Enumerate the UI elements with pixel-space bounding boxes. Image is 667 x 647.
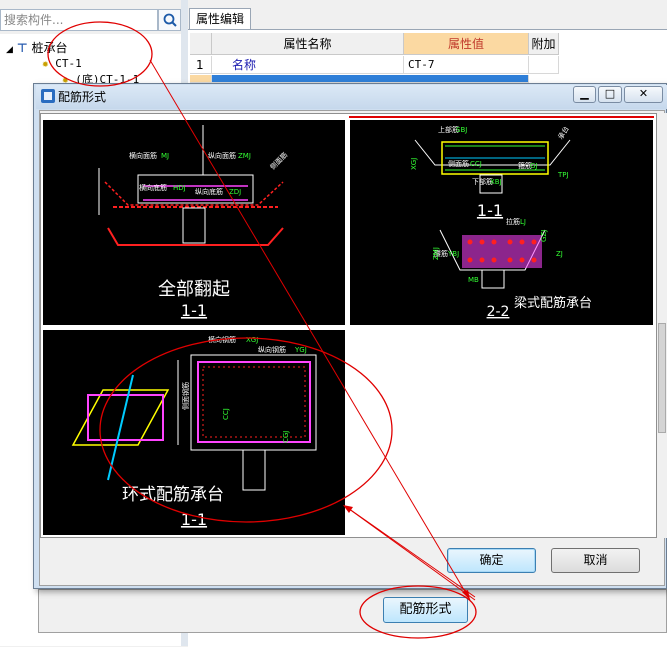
label-gzj: GZJ bbox=[540, 230, 548, 242]
beam-type-drawing: 上部筋 SBJ 侧面筋 CCJ 箍筋 GJ 下部筋 XBJ 1-1 拉筋 LJ … bbox=[410, 124, 592, 320]
search-input[interactable]: 搜索构件... bbox=[0, 9, 158, 31]
column-header-name[interactable]: 属性名称 bbox=[212, 33, 404, 55]
row-number-header bbox=[190, 33, 212, 55]
option-ring-type[interactable]: 横向钢筋 XGJ 纵向钢筋 YGJ 侧面钢筋 CCJ CGJ 环式配筋承台 1-… bbox=[43, 330, 345, 535]
gear-icon: ✹ bbox=[42, 57, 49, 70]
column-header-value[interactable]: 属性值 bbox=[404, 33, 529, 55]
label-vertical-rebar: 纵向钢筋 bbox=[258, 345, 286, 354]
row-number: 1 bbox=[190, 56, 212, 74]
row-number bbox=[190, 75, 212, 83]
tree-child-label: CT-1 bbox=[55, 57, 82, 70]
label-vertical-top-bar: 纵向面筋 bbox=[208, 151, 236, 160]
label-xgj: XGJ bbox=[410, 158, 418, 170]
label-gj: GJ bbox=[530, 162, 538, 170]
label-tpj: TPJ bbox=[557, 171, 569, 179]
label-ygj: YGJ bbox=[294, 346, 307, 354]
ring-type-drawing: 横向钢筋 XGJ 纵向钢筋 YGJ 侧面钢筋 CCJ CGJ 环式配筋承台 1-… bbox=[71, 335, 317, 529]
full-turnup-drawing: 横向面筋 MJ 纵向面筋 ZMJ 横向底筋 HDJ 纵向底筋 ZDJ 侧面筋 全… bbox=[98, 125, 289, 320]
label-xbj: XBJ bbox=[490, 178, 502, 186]
label-ccj: CCJ bbox=[470, 160, 482, 168]
label-zdj: ZDJ bbox=[229, 188, 241, 196]
label-pile-cap: 承台 bbox=[556, 124, 571, 141]
label-horizontal-rebar: 横向钢筋 bbox=[208, 335, 236, 344]
label-side-bar: 侧面筋 bbox=[268, 150, 289, 171]
label-side-bar: 侧面筋 bbox=[448, 159, 469, 168]
property-name-cell[interactable]: 名称 bbox=[212, 56, 404, 74]
maximize-icon: □ bbox=[604, 87, 616, 100]
maximize-button[interactable]: □ bbox=[598, 86, 622, 103]
column-header-extra[interactable]: 附加 bbox=[529, 33, 559, 55]
search-button[interactable] bbox=[158, 9, 181, 31]
label-cgj: CGJ bbox=[282, 431, 290, 443]
tree-root-label: 桩承台 bbox=[31, 41, 68, 55]
label-mb: MB bbox=[468, 276, 479, 284]
section-label: 1-1 bbox=[181, 301, 207, 320]
section-label-top: 1-1 bbox=[477, 201, 503, 220]
label-zmj: ZMJ bbox=[238, 152, 251, 160]
label-mj: MJ bbox=[161, 152, 169, 160]
app-icon bbox=[41, 89, 55, 103]
close-icon: ✕ bbox=[638, 87, 649, 100]
option-caption: 环式配筋承台 bbox=[122, 485, 224, 505]
section-label: 1-1 bbox=[181, 510, 207, 529]
cancel-button[interactable]: 取消 bbox=[551, 548, 640, 573]
property-extra-cell[interactable] bbox=[529, 56, 559, 74]
rebar-form-button[interactable]: 配筋形式 bbox=[383, 597, 468, 623]
gallery-scrollbar[interactable] bbox=[657, 113, 667, 538]
bottom-panel bbox=[38, 589, 667, 633]
option-beam-type[interactable]: 上部筋 SBJ 侧面筋 CCJ 箍筋 GJ 下部筋 XBJ 1-1 拉筋 LJ … bbox=[350, 120, 653, 325]
pile-cap-icon: ⊤ bbox=[16, 41, 28, 55]
label-horizontal-top-bar: 横向面筋 bbox=[129, 151, 157, 160]
label-zj: ZJ bbox=[556, 250, 563, 258]
label-tie-bar: 拉筋 bbox=[506, 217, 520, 226]
label-vertical-bottom-bar: 纵向底筋 bbox=[195, 187, 223, 196]
label-ccj: CCJ bbox=[222, 408, 230, 420]
selection-line bbox=[349, 116, 654, 118]
label-zmj: ZMJ bbox=[432, 247, 440, 260]
label-sbj: SBJ bbox=[456, 126, 467, 134]
label-horizontal-bottom-bar: 横向底筋 bbox=[139, 183, 167, 192]
label-lj: LJ bbox=[520, 218, 526, 226]
scrollbar-thumb[interactable] bbox=[658, 323, 666, 433]
close-button[interactable]: ✕ bbox=[624, 86, 663, 103]
option-caption: 梁式配筋承台 bbox=[514, 295, 592, 311]
minimize-icon: ▁ bbox=[580, 87, 589, 100]
property-value-cell[interactable]: CT-7 bbox=[404, 56, 529, 74]
label-xgj: XGJ bbox=[246, 336, 258, 344]
label-hdj: HDJ bbox=[173, 184, 186, 192]
label-side-rebar: 侧面钢筋 bbox=[181, 382, 190, 410]
ok-button[interactable]: 确定 bbox=[447, 548, 536, 573]
tab-property-edit[interactable]: 属性编辑 bbox=[189, 8, 251, 29]
collapse-icon[interactable]: ◢ bbox=[6, 45, 13, 55]
label-ybj: YBJ bbox=[447, 250, 459, 258]
selected-row[interactable] bbox=[212, 75, 529, 83]
option-caption: 全部翻起 bbox=[158, 279, 230, 300]
search-icon bbox=[163, 13, 177, 27]
dialog-title: 配筋形式 bbox=[58, 90, 107, 104]
option-full-turnup[interactable]: 横向面筋 MJ 纵向面筋 ZMJ 横向底筋 HDJ 纵向底筋 ZDJ 侧面筋 全… bbox=[43, 120, 345, 325]
section-label-bottom: 2-2 bbox=[487, 304, 510, 320]
minimize-button[interactable]: ▁ bbox=[573, 86, 596, 103]
